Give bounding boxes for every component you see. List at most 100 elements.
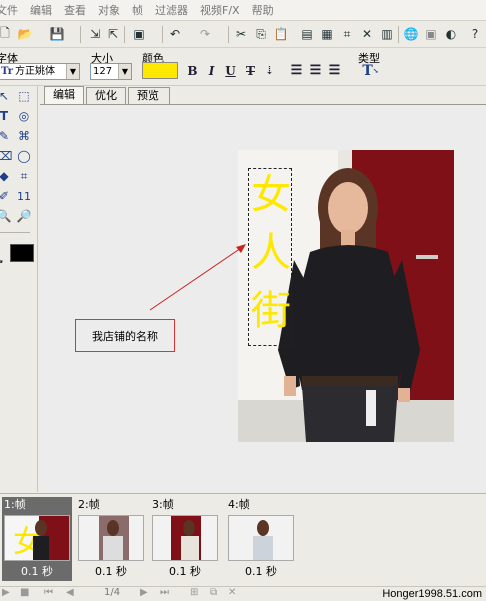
shop-name-text[interactable]: 女人街 — [250, 166, 292, 340]
font-size-select[interactable]: 127 ▼ — [90, 63, 132, 80]
tool-palette: ↖ ⬚ T ◎ ✎ ⌘ ⌫ ◯ ◆ ⌗ ✐ 11 🔍 🔎 ↘ — [0, 86, 38, 492]
menu-file[interactable]: 文件 — [0, 0, 24, 21]
font-size-value: 127 — [93, 66, 113, 77]
background-color-swatch[interactable] — [10, 244, 34, 262]
menu-video-fx[interactable]: 视频F/X — [194, 0, 246, 21]
watermark-text: Honger1998.51.com — [382, 588, 482, 600]
italic-button[interactable]: I — [203, 62, 220, 79]
frame-duration[interactable]: 0.1 秒 — [226, 563, 296, 579]
copy-icon[interactable]: ⎘ — [252, 25, 270, 43]
add-frame-icon[interactable]: ⊞ — [190, 587, 198, 598]
bold-button[interactable]: B — [184, 62, 201, 79]
import-icon[interactable]: ⇲ — [86, 25, 104, 43]
frame-thumbnail — [78, 515, 144, 561]
font-family-select[interactable]: Tr 方正姚体 ▼ — [0, 63, 80, 80]
font-family-value: 方正姚体 — [14, 66, 55, 77]
text-color-swatch[interactable] — [142, 62, 178, 79]
menu-bar: 文件 编辑 查看 对象 帧 过滤器 视频F/X 帮助 — [0, 0, 486, 21]
cut-icon[interactable]: ✂ — [232, 25, 250, 43]
wizard-icon[interactable]: ▣ — [130, 25, 148, 43]
eraser-tool-icon[interactable]: ⌫ — [0, 148, 12, 164]
duplicate-frame-icon[interactable]: ⧉ — [210, 587, 217, 598]
crop-tool-icon[interactable]: ⌗ — [16, 168, 32, 184]
align-left-button[interactable]: ☰ — [288, 62, 305, 79]
open-folder-icon[interactable]: 📂 — [16, 25, 34, 43]
playback-bar: ▶ ■ ⏮ ◀ 1/4 ▶ ⏭ ⊞ ⧉ ✕ Honger1998.51.com — [0, 586, 486, 600]
tab-edit[interactable]: 编辑 — [44, 86, 84, 104]
view-tabs: 编辑 优化 预览 — [40, 86, 486, 104]
text-tool-icon[interactable]: T — [0, 108, 12, 124]
menu-object[interactable]: 对象 — [92, 0, 126, 21]
image-canvas[interactable]: 女人街 — [238, 150, 454, 442]
format-toolbar: 字体 Tr 方正姚体 ▼ 大小 127 ▼ 颜色 B I U T ⇣ ☰ ☰ ☰ … — [0, 48, 486, 86]
next-frame-icon[interactable]: ▶ — [140, 587, 148, 598]
stop-icon[interactable]: ■ — [20, 587, 29, 598]
undo-icon[interactable]: ↶ — [166, 25, 184, 43]
menu-edit[interactable]: 编辑 — [24, 0, 58, 21]
export-icon[interactable]: ⇱ — [104, 25, 122, 43]
underline-button[interactable]: U — [222, 62, 239, 79]
redo-icon[interactable]: ↷ — [196, 25, 214, 43]
browser-preview-icon[interactable]: 🌐 — [402, 25, 420, 43]
frame-properties-icon[interactable]: ▤ — [298, 25, 316, 43]
globe-icon[interactable]: ◐ — [442, 25, 460, 43]
zoom-in-icon[interactable]: 🔍 — [0, 208, 12, 224]
tab-preview[interactable]: 预览 — [128, 87, 170, 104]
callout-box: 我店铺的名称 — [75, 319, 175, 352]
chevron-down-icon[interactable]: ▼ — [118, 64, 131, 79]
brush-tool-icon[interactable]: ✎ — [0, 128, 12, 144]
text-type-button[interactable]: T ↘ — [362, 62, 379, 79]
vertical-text-button[interactable]: ⇣ — [261, 62, 278, 79]
image-properties-icon[interactable]: ▦ — [318, 25, 336, 43]
frame-1[interactable]: 1:帧 女 0.1 秒 — [2, 497, 72, 581]
zoom-out-icon[interactable]: 🔎 — [16, 208, 32, 224]
align-center-button[interactable]: ☰ — [307, 62, 324, 79]
frame-duration[interactable]: 0.1 秒 — [2, 563, 72, 579]
photo-icon[interactable]: ▣ — [422, 25, 440, 43]
menu-frame[interactable]: 帧 — [126, 0, 149, 21]
menu-view[interactable]: 查看 — [58, 0, 92, 21]
pointer-tool-icon[interactable]: ↖ — [0, 88, 12, 104]
crop-icon[interactable]: ⌗ — [338, 25, 356, 43]
context-help-icon[interactable]: ? — [466, 25, 484, 43]
frame-duration[interactable]: 0.1 秒 — [76, 563, 146, 579]
lasso-tool-icon[interactable]: ⌘ — [16, 128, 32, 144]
save-icon[interactable]: 💾 — [48, 25, 66, 43]
tab-optimize[interactable]: 优化 — [86, 87, 126, 104]
main-toolbar: 🗋 📂 💾 ⇲ ⇱ ▣ ↶ ↷ ✂ ⎘ 📋 ▤ ▦ ⌗ ✕ ▥ 🌐 ▣ ◐ ? — [0, 22, 486, 48]
frame-3[interactable]: 3:帧 0.1 秒 — [150, 497, 220, 581]
frame-thumbnail: 女 — [4, 515, 70, 561]
previous-frame-icon[interactable]: ◀ — [66, 587, 74, 598]
new-file-icon[interactable]: 🗋 — [0, 25, 14, 43]
play-icon[interactable]: ▶ — [2, 587, 10, 598]
menu-help[interactable]: 帮助 — [246, 0, 280, 21]
layer-icon[interactable]: ▥ — [378, 25, 396, 43]
frame-label: 4:帧 — [228, 498, 250, 511]
menu-filter[interactable]: 过滤器 — [149, 0, 194, 21]
swap-colors-icon[interactable]: ↘ — [0, 256, 4, 266]
frame-2[interactable]: 2:帧 0.1 秒 — [76, 497, 146, 581]
last-frame-icon[interactable]: ⏭ — [160, 587, 169, 598]
selection-tool-icon[interactable]: ⬚ — [16, 88, 32, 104]
delete-frame-icon[interactable]: ✕ — [228, 587, 236, 598]
eyedropper-tool-icon[interactable]: ✐ — [0, 188, 12, 204]
ruler-tool-icon[interactable]: 11 — [16, 188, 32, 204]
first-frame-icon[interactable]: ⏮ — [44, 587, 53, 598]
ellipse-select-icon[interactable]: ◯ — [16, 148, 32, 164]
annotation-arrow-icon — [149, 244, 246, 311]
align-right-button[interactable]: ☰ — [326, 62, 343, 79]
chevron-down-icon[interactable]: ▼ — [66, 64, 79, 79]
tools-icon[interactable]: ✕ — [358, 25, 376, 43]
shape-tool-icon[interactable]: ◎ — [16, 108, 32, 124]
paste-icon[interactable]: 📋 — [272, 25, 290, 43]
page-indicator: 1/4 — [104, 587, 121, 598]
strikethrough-button[interactable]: T — [242, 62, 259, 79]
frame-duration[interactable]: 0.1 秒 — [150, 563, 220, 579]
frame-4[interactable]: 4:帧 0.1 秒 — [226, 497, 296, 581]
frame-thumbnail — [228, 515, 294, 561]
frames-panel: 1:帧 女 0.1 秒 2:帧 0.1 秒 3:帧 0.1 秒 4:帧 0.1 … — [0, 493, 486, 585]
frame-label: 1:帧 — [4, 498, 26, 511]
fill-tool-icon[interactable]: ◆ — [0, 168, 12, 184]
truetype-icon: Tr — [1, 66, 13, 77]
frame-thumbnail — [152, 515, 218, 561]
